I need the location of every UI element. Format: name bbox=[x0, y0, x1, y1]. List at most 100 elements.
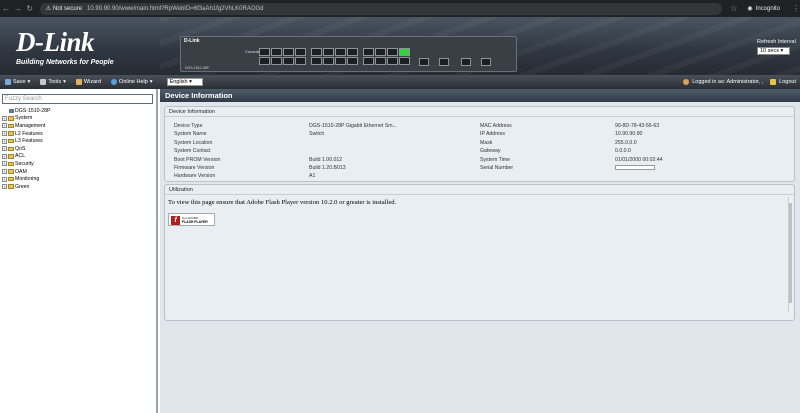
get-flash-player-button[interactable]: f Get ADOBE FLASH PLAYER bbox=[168, 213, 215, 226]
port[interactable] bbox=[295, 57, 306, 65]
port[interactable] bbox=[399, 57, 410, 65]
info-row: IP Address 10.90.90.90 bbox=[480, 131, 643, 138]
folder-icon bbox=[8, 138, 14, 144]
port[interactable] bbox=[347, 57, 358, 65]
folder-icon bbox=[8, 116, 14, 121]
sfp-port[interactable] bbox=[419, 58, 429, 66]
expand-icon[interactable]: + bbox=[2, 131, 7, 137]
info-row: Mask 255.0.0.0 bbox=[480, 139, 637, 146]
logout-link[interactable]: Logout bbox=[779, 79, 796, 85]
port[interactable] bbox=[283, 57, 294, 65]
tree-item-security[interactable]: + Security bbox=[2, 160, 50, 168]
expand-icon[interactable]: + bbox=[2, 138, 7, 144]
port[interactable] bbox=[295, 48, 306, 56]
port[interactable] bbox=[375, 48, 386, 56]
port[interactable] bbox=[335, 48, 346, 56]
page-title: Device Information bbox=[160, 89, 800, 102]
tree-item-l3-features[interactable]: + L3 Features bbox=[2, 137, 50, 145]
port[interactable] bbox=[363, 57, 374, 65]
fuzzy-search-input[interactable]: Fuzzy Search bbox=[2, 94, 153, 104]
switch-front-panel: D-Link DGS-1510-28P Console bbox=[180, 36, 517, 72]
folder-icon bbox=[8, 169, 14, 174]
port[interactable] bbox=[347, 48, 358, 56]
device-info-right: MAC Address 90-8D-78-43-56-63 IP Address 1… bbox=[480, 123, 663, 173]
info-row: System Time 01/01/2000 00:02:44 bbox=[480, 156, 663, 163]
info-row: MAC Address 90-8D-78-43-56-63 bbox=[480, 123, 660, 129]
expand-icon[interactable]: + bbox=[2, 169, 7, 175]
port-group-3 bbox=[363, 48, 411, 65]
reload-icon[interactable]: ↻ bbox=[24, 4, 36, 13]
device-info-panel: Device Information Device Type DGS-1510-2… bbox=[164, 106, 795, 182]
user-icon bbox=[683, 79, 690, 85]
incognito-icon: ◉ bbox=[747, 6, 753, 12]
flash-required-message: To view this page ensure that Adobe Flas… bbox=[168, 199, 397, 206]
port-active[interactable] bbox=[399, 48, 410, 56]
port[interactable] bbox=[387, 57, 398, 65]
expand-icon[interactable]: + bbox=[2, 146, 7, 152]
sfp-port[interactable] bbox=[461, 58, 471, 66]
save-menu[interactable]: Save ▾ bbox=[5, 79, 30, 85]
expand-icon[interactable]: + bbox=[2, 115, 7, 121]
port[interactable] bbox=[271, 48, 282, 56]
back-arrow-icon[interactable]: ← bbox=[0, 4, 12, 13]
refresh-interval-select[interactable]: 10 secs ▾ bbox=[757, 47, 790, 55]
wizard-button[interactable]: Wizard bbox=[75, 79, 101, 85]
folder-icon bbox=[8, 184, 14, 189]
refresh-interval-label: Refresh Interval bbox=[757, 39, 796, 45]
tree-item-acl[interactable]: + ACL bbox=[2, 153, 50, 161]
save-icon bbox=[5, 79, 11, 85]
port[interactable] bbox=[259, 48, 270, 56]
header-banner: D-Link Building Networks for People D-Li… bbox=[0, 17, 800, 75]
tree-item-management[interactable]: + Management bbox=[2, 122, 50, 130]
switch-icon bbox=[9, 108, 14, 113]
port-group-2 bbox=[311, 48, 359, 65]
online-help-menu[interactable]: Online Help ▾ bbox=[111, 79, 153, 85]
port[interactable] bbox=[311, 57, 322, 65]
port[interactable] bbox=[323, 48, 334, 56]
port[interactable] bbox=[363, 48, 374, 56]
port[interactable] bbox=[387, 48, 398, 56]
navigation-tree: DGS-1510-28P + System + Management + L2 Fea… bbox=[2, 107, 50, 191]
port[interactable] bbox=[271, 57, 282, 65]
expand-icon[interactable]: + bbox=[2, 161, 7, 167]
language-select[interactable]: English ▾ bbox=[166, 78, 203, 86]
sfp-port[interactable] bbox=[481, 58, 491, 66]
port[interactable] bbox=[335, 57, 346, 65]
expand-icon[interactable]: + bbox=[2, 184, 7, 190]
expand-icon[interactable]: + bbox=[2, 123, 7, 129]
expand-icon[interactable]: + bbox=[2, 176, 7, 182]
browser-menu-icon[interactable]: ⋮ bbox=[792, 4, 800, 13]
info-row: System Name Switch bbox=[174, 131, 325, 138]
port[interactable] bbox=[259, 57, 270, 65]
info-row: Boot PROM Version Build 1.00.012 bbox=[174, 156, 343, 163]
tree-item-l2-features[interactable]: + L2 Features bbox=[2, 130, 50, 138]
address-bar[interactable]: ⚠ Not secure 10.90.90.90/www/main.html?R… bbox=[39, 2, 723, 15]
tree-item-green[interactable]: + Green bbox=[2, 183, 50, 191]
incognito-indicator[interactable]: ◉ Incognito bbox=[747, 5, 780, 13]
sfp-port[interactable] bbox=[439, 58, 449, 66]
tree-item-oam[interactable]: + OAM bbox=[2, 168, 50, 176]
switch-brand-label: D-Link bbox=[184, 38, 200, 44]
port[interactable] bbox=[375, 57, 386, 65]
tree-item-monitoring[interactable]: + Monitoring bbox=[2, 175, 50, 183]
help-icon bbox=[111, 79, 118, 85]
browser-toolbar: ← → ↻ ⚠ Not secure 10.90.90.90/www/main.… bbox=[0, 0, 800, 17]
port[interactable] bbox=[311, 48, 322, 56]
tree-item-qos[interactable]: + QoS bbox=[2, 145, 50, 153]
port[interactable] bbox=[323, 57, 334, 65]
forward-arrow-icon[interactable]: → bbox=[12, 4, 24, 13]
utilization-scrollbar[interactable] bbox=[788, 197, 792, 312]
tree-item-device[interactable]: DGS-1510-28P bbox=[2, 107, 50, 115]
tree-item-system[interactable]: + System bbox=[2, 115, 50, 123]
warning-icon: ⚠ bbox=[45, 6, 52, 12]
bookmark-star-icon[interactable]: ☆ bbox=[730, 4, 737, 13]
scroll-thumb[interactable] bbox=[789, 203, 792, 303]
logout-icon bbox=[770, 79, 777, 85]
tools-menu[interactable]: Tools ▾ bbox=[40, 79, 66, 85]
folder-icon bbox=[8, 123, 14, 129]
serial-number-field bbox=[615, 164, 655, 170]
expand-icon[interactable]: + bbox=[2, 153, 7, 159]
info-row: Serial Number bbox=[480, 164, 663, 173]
security-indicator[interactable]: ⚠ Not secure bbox=[45, 5, 82, 13]
port[interactable] bbox=[283, 48, 294, 56]
